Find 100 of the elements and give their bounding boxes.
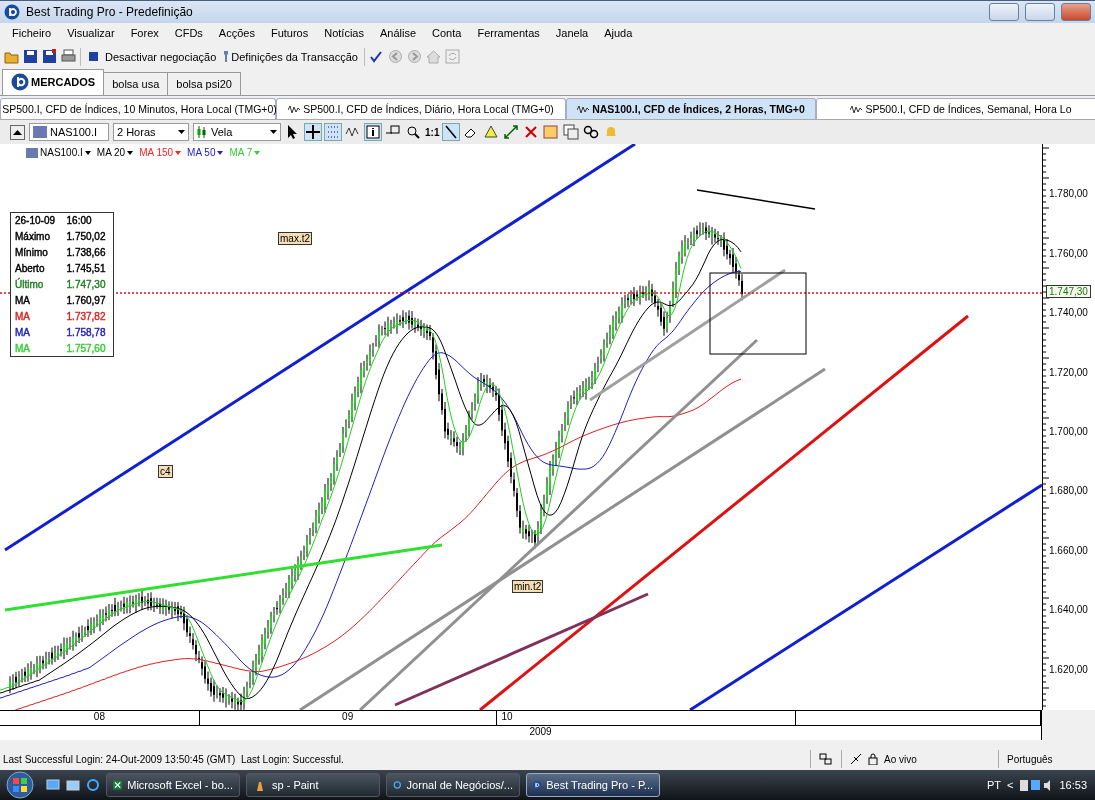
language-indicator[interactable]: PT bbox=[986, 779, 1002, 791]
printer-icon[interactable] bbox=[61, 49, 76, 65]
status-message: Last Successful Login: 24-Out-2009 13:50:45 (GMT) Last Login: Successful. bbox=[3, 753, 345, 765]
connection-icon bbox=[819, 753, 833, 766]
toolbar-button[interactable]: Desactivar negociação bbox=[85, 49, 219, 65]
info-label: Último bbox=[15, 279, 44, 291]
chart-tab[interactable]: SP500.I, CFD de Índices, 10 Minutos, Hora Local (TMG+0) bbox=[0, 97, 276, 120]
last-price-label: 1.747,30 bbox=[1046, 285, 1091, 299]
menu-item[interactable]: Ficheiro bbox=[4, 26, 60, 39]
market-tab[interactable]: bolsa psi20 bbox=[167, 71, 241, 95]
restore-button[interactable] bbox=[1025, 2, 1055, 21]
caret-icon bbox=[254, 150, 261, 155]
menu-item[interactable]: Janela bbox=[547, 26, 597, 39]
info-icon[interactable] bbox=[365, 124, 381, 141]
cfd-icon bbox=[33, 126, 47, 139]
trend-line-icon[interactable] bbox=[443, 124, 460, 141]
minimize-button[interactable] bbox=[989, 2, 1019, 21]
wave-icon bbox=[577, 104, 590, 114]
market-tab[interactable]: MERCADOS bbox=[2, 68, 105, 95]
chart-annotation[interactable]: c4 bbox=[158, 465, 173, 479]
info-label: MA bbox=[15, 311, 30, 323]
legend-item[interactable]: NAS100.I bbox=[26, 147, 91, 159]
trend-line[interactable] bbox=[4, 144, 636, 552]
taskbar-button[interactable]: sp - Paint bbox=[246, 773, 380, 797]
taskbar-button[interactable]: Jornal de Negócios/... bbox=[386, 773, 520, 797]
spreadsheet-icon bbox=[113, 778, 123, 792]
info-label: Máximo bbox=[15, 231, 50, 243]
zoom-icon[interactable] bbox=[405, 124, 421, 141]
save-all-icon[interactable] bbox=[42, 49, 57, 65]
window-icon[interactable] bbox=[543, 124, 560, 141]
axis-label: 1.640,00 bbox=[1049, 604, 1088, 616]
menu-item[interactable]: Forex bbox=[122, 26, 167, 39]
axis-label: 1.620,00 bbox=[1049, 663, 1088, 675]
legend-item[interactable]: MA 50 bbox=[187, 147, 224, 159]
axis-label: 1.700,00 bbox=[1049, 425, 1088, 437]
toolbar-button[interactable]: Definições da Transacção bbox=[222, 50, 360, 63]
info-label: Mínimo bbox=[15, 247, 48, 259]
symbol-field[interactable]: NAS100.I bbox=[29, 123, 109, 142]
axis-label: 1.660,00 bbox=[1049, 544, 1088, 556]
desktop-icon[interactable] bbox=[46, 778, 60, 792]
chart-type-dropdown[interactable]: Vela bbox=[193, 123, 281, 142]
windows-icon[interactable] bbox=[563, 124, 580, 141]
info-value: 1.738,66 bbox=[66, 247, 106, 259]
app-logo-icon bbox=[533, 778, 542, 792]
cfd-icon bbox=[26, 147, 38, 158]
plug-icon bbox=[850, 753, 862, 766]
trend-line[interactable] bbox=[394, 592, 649, 707]
info-value: 1.757,60 bbox=[66, 343, 106, 355]
chart-tab[interactable]: NAS100.I, CFD de Índices, 2 Horas, TMG+0 bbox=[566, 97, 816, 120]
chart-annotation[interactable]: max.t2 bbox=[278, 232, 312, 246]
window-switch-icon[interactable] bbox=[66, 778, 80, 792]
legend-item[interactable]: MA 20 bbox=[96, 147, 134, 159]
caret-icon bbox=[270, 130, 277, 135]
save-icon[interactable] bbox=[23, 49, 38, 65]
caret-icon bbox=[175, 150, 182, 155]
legend-item[interactable]: MA 150 bbox=[139, 147, 182, 159]
info-label: Aberto bbox=[15, 263, 45, 275]
browser-icon bbox=[393, 778, 402, 792]
crosshair-icon[interactable] bbox=[305, 124, 321, 141]
caret-icon bbox=[84, 150, 91, 155]
info-value: 1.760,97 bbox=[66, 295, 106, 307]
period-dropdown[interactable]: 2 Horas bbox=[113, 123, 189, 142]
wrench-icon bbox=[224, 51, 229, 63]
info-label: MA bbox=[15, 327, 30, 339]
checkmark-icon[interactable] bbox=[368, 49, 384, 65]
alert-icon[interactable] bbox=[483, 124, 500, 141]
rectangle-shape[interactable] bbox=[709, 272, 807, 355]
axis-label: 1.740,00 bbox=[1049, 307, 1088, 319]
chart-tab[interactable]: SP500.I, CFD de Índices, Diário, Hora Local (TMG+0) bbox=[276, 97, 566, 120]
menu-item[interactable]: Ferramentas bbox=[469, 26, 548, 39]
browser-icon[interactable] bbox=[86, 778, 100, 792]
taskbar-button[interactable]: Best Trading Pro - P... bbox=[526, 773, 660, 797]
axis-label: 1.720,00 bbox=[1049, 366, 1088, 378]
candles-icon bbox=[197, 126, 207, 139]
menu-item[interactable]: Análise bbox=[372, 26, 425, 39]
collapse-icon[interactable] bbox=[10, 124, 25, 140]
close-button[interactable] bbox=[1061, 2, 1091, 21]
chart-tab[interactable]: SP500.I, CFD de Índices, Semanal, Hora Lo bbox=[816, 97, 1095, 120]
info-date: 26-10-09 bbox=[15, 215, 56, 227]
link-icon[interactable] bbox=[583, 124, 600, 141]
axis-label: 1.760,00 bbox=[1049, 247, 1088, 259]
trend-line[interactable] bbox=[696, 189, 816, 211]
menu-item[interactable]: Notícias bbox=[316, 26, 372, 39]
menu-item[interactable]: Futuros bbox=[262, 26, 317, 39]
taskbar-button[interactable]: Microsoft Excel - bo... bbox=[106, 773, 240, 797]
axis-label: 1.680,00 bbox=[1049, 485, 1088, 497]
menu-item[interactable]: Acções bbox=[210, 26, 263, 39]
arrows-icon[interactable] bbox=[503, 124, 520, 141]
caret-icon bbox=[217, 150, 224, 155]
info-value: 1.737,82 bbox=[66, 311, 106, 323]
tray-expand-button[interactable]: < bbox=[1007, 779, 1014, 791]
info-value: 1.745,51 bbox=[66, 263, 106, 275]
app-logo-icon bbox=[4, 3, 20, 20]
ratio-button[interactable]: 1:1 bbox=[425, 126, 440, 138]
chart-annotation[interactable]: min.t2 bbox=[512, 580, 544, 594]
info-time: 16:00 bbox=[66, 215, 92, 227]
menu-item[interactable]: Conta bbox=[424, 26, 470, 39]
menu-item[interactable]: CFDs bbox=[166, 26, 211, 39]
menu-item[interactable]: Visualizar bbox=[59, 26, 123, 39]
menu-item[interactable]: Ajuda bbox=[596, 26, 641, 39]
